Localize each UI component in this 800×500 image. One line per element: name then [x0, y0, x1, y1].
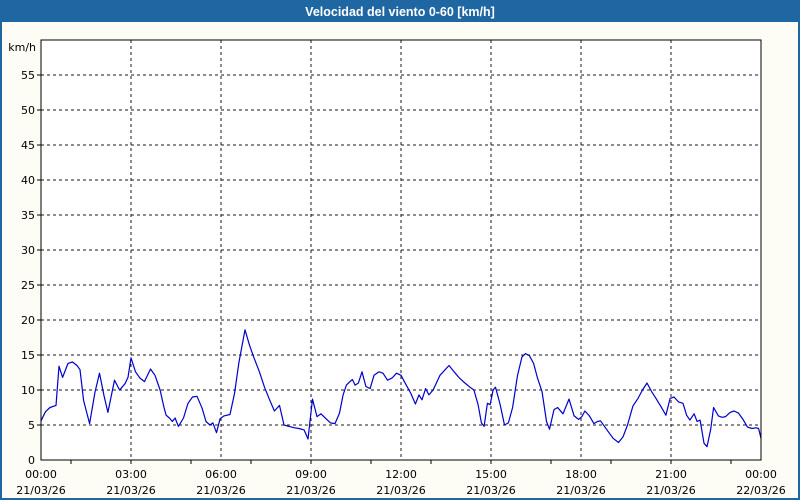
x-tick-date-label: 21/03/26 [556, 484, 605, 497]
y-tick-label: 10 [21, 384, 35, 397]
y-tick-label: 15 [21, 349, 35, 362]
y-tick-label: 45 [21, 139, 35, 152]
x-tick-date-label: 21/03/26 [196, 484, 245, 497]
x-tick-time-label: 06:00 [205, 468, 237, 481]
x-tick-time-label: 00:00 [25, 468, 57, 481]
y-tick-label: 25 [21, 279, 35, 292]
x-tick-time-label: 00:00 [745, 468, 777, 481]
x-tick-date-label: 21/03/26 [646, 484, 695, 497]
x-tick-date-label: 21/03/26 [16, 484, 65, 497]
y-tick-label: 5 [28, 419, 35, 432]
x-tick-date-label: 21/03/26 [466, 484, 515, 497]
x-tick-time-label: 21:00 [655, 468, 687, 481]
x-tick-time-label: 12:00 [385, 468, 417, 481]
y-tick-label: 55 [21, 69, 35, 82]
x-tick-date-label: 21/03/26 [376, 484, 425, 497]
y-tick-label: 50 [21, 104, 35, 117]
x-tick-date-label: 22/03/26 [736, 484, 785, 497]
y-axis-unit-label: km/h [8, 41, 36, 54]
y-tick-label: 40 [21, 174, 35, 187]
y-tick-label: 20 [21, 314, 35, 327]
y-tick-label: 35 [21, 209, 35, 222]
x-tick-date-label: 21/03/26 [106, 484, 155, 497]
chart-title: Velocidad del viento 0-60 [km/h] [305, 5, 495, 19]
x-tick-time-label: 18:00 [565, 468, 597, 481]
y-tick-label: 30 [21, 244, 35, 257]
x-tick-time-label: 09:00 [295, 468, 327, 481]
chart-window: Velocidad del viento 0-60 [km/h] 0 5 10 15 2… [0, 0, 800, 500]
wind-speed-chart: 0510152025303540455055km/h00:0021/03/260… [8, 39, 786, 497]
y-axis: 0 5 10 15 20 25 30 35 40 45 50 55 km/h [8, 41, 41, 467]
chart-title-bar: Velocidad del viento 0-60 [km/h] [2, 2, 798, 22]
x-axis: 00:00 21/03/26 03:00 21/03/26 06:00 21/03/26 0… [16, 460, 786, 497]
y-tick-label: 0 [28, 454, 35, 467]
x-tick-time-label: 15:00 [475, 468, 507, 481]
x-tick-date-label: 21/03/26 [286, 484, 335, 497]
x-tick-time-label: 03:00 [115, 468, 147, 481]
